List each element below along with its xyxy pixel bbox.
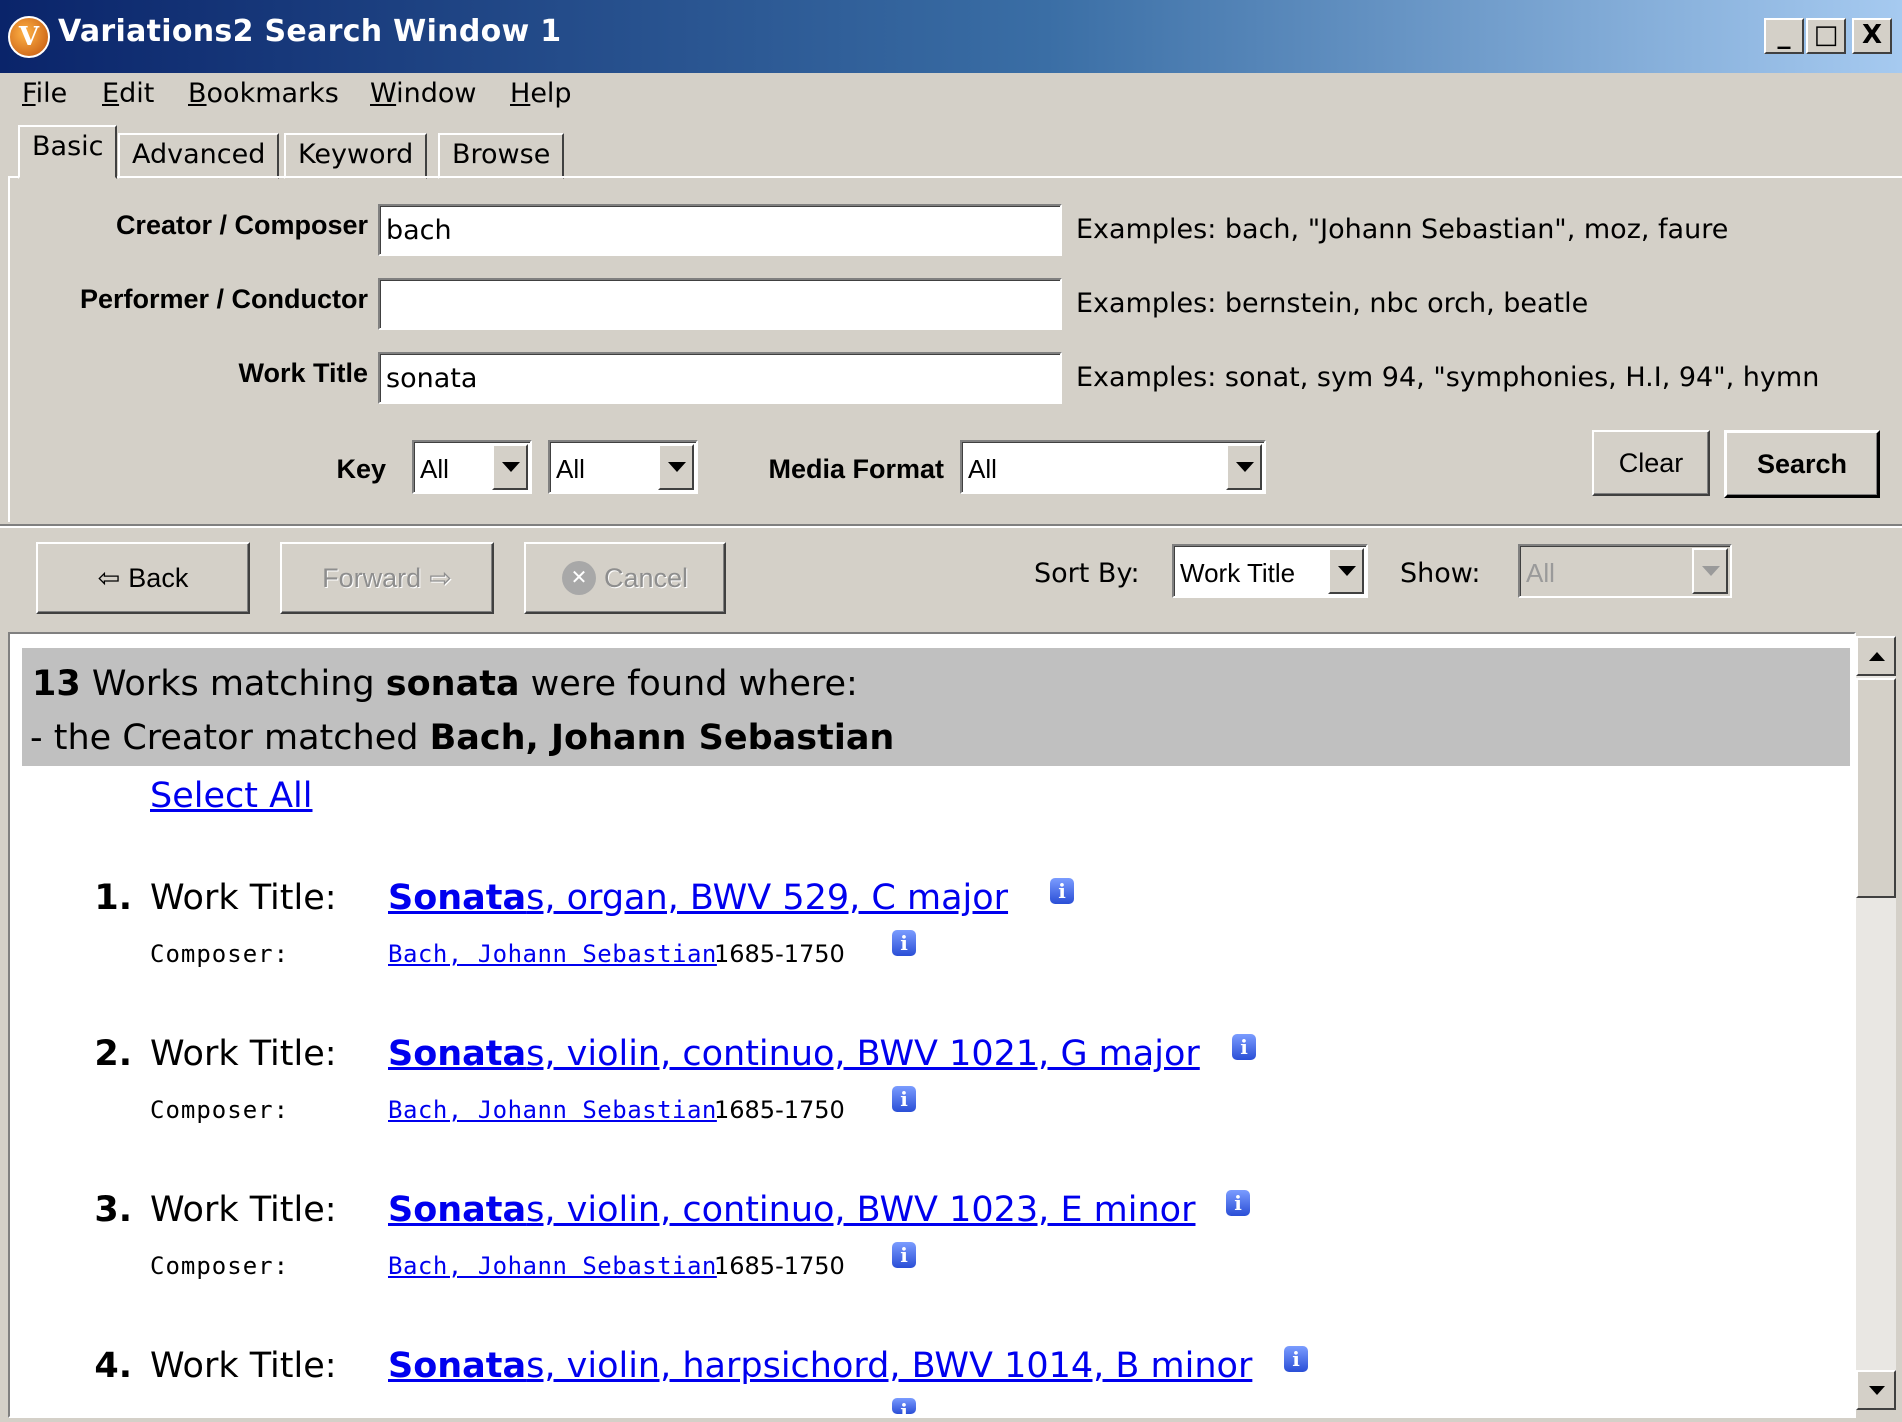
work-title-link[interactable]: Sonatas, organ, BWV 529, C major <box>388 878 1008 918</box>
composer-label: Composer: <box>150 940 290 968</box>
composer-link[interactable]: Bach, Johann Sebastian <box>388 940 717 968</box>
cancel-button[interactable]: ✕ Cancel <box>524 542 726 614</box>
performer-label: Performer / Conductor <box>79 284 368 314</box>
cancel-label: Cancel <box>603 562 689 593</box>
scrollbar-thumb[interactable] <box>1856 678 1896 898</box>
key-label: Key <box>336 454 386 484</box>
menu-window[interactable]: Window <box>370 78 476 109</box>
scroll-up-arrow-icon[interactable] <box>1856 636 1896 676</box>
work-title-link[interactable]: Sonatas, violin, continuo, BWV 1023, E m… <box>388 1190 1195 1230</box>
key-select-2[interactable]: All <box>548 440 698 494</box>
tab-basic[interactable]: Basic <box>18 125 118 179</box>
result-number: 1. <box>94 878 132 918</box>
creator-label: Creator / Composer <box>115 210 368 240</box>
show-value: All <box>1526 558 1555 588</box>
back-button[interactable]: ⇦ Back <box>36 542 250 614</box>
composer-link[interactable]: Bach, Johann Sebastian <box>388 1096 717 1124</box>
composer-link[interactable]: Bach, Johann Sebastian <box>388 1252 717 1280</box>
info-icon[interactable]: i <box>1226 1190 1250 1216</box>
work-title-input[interactable] <box>378 352 1062 404</box>
tab-keyword[interactable]: Keyword <box>284 133 428 179</box>
show-select[interactable]: All <box>1518 544 1732 598</box>
work-title-label: Work Title: <box>150 1034 337 1074</box>
minimize-button[interactable]: _ <box>1764 18 1804 54</box>
tab-browse[interactable]: Browse <box>438 133 565 179</box>
work-title-label: Work Title: <box>150 1346 337 1386</box>
work-title-examples: Examples: sonat, sym 94, "symphonies, H.… <box>1076 362 1820 393</box>
summary-line: 13 Works matching sonata were found wher… <box>32 664 858 704</box>
chevron-down-icon[interactable] <box>1328 548 1364 594</box>
performer-examples: Examples: bernstein, nbc orch, beatle <box>1076 288 1589 319</box>
info-icon[interactable]: i <box>892 1086 916 1112</box>
media-format-label: Media Format <box>768 454 944 484</box>
clear-button[interactable]: Clear <box>1592 430 1710 496</box>
results-summary: 13 Works matching sonata were found wher… <box>22 648 1850 766</box>
performer-input[interactable] <box>378 278 1062 330</box>
forward-label: Forward <box>322 562 422 593</box>
show-label: Show: <box>1400 558 1481 589</box>
menu-file[interactable]: File <box>22 78 67 109</box>
menu-help[interactable]: Help <box>510 78 572 109</box>
menu-edit[interactable]: Edit <box>102 78 154 109</box>
creator-examples: Examples: bach, "Johann Sebastian", moz,… <box>1076 214 1729 245</box>
work-title-label: Work Title: <box>150 1190 337 1230</box>
chevron-down-icon[interactable] <box>658 444 694 490</box>
panel-divider <box>0 524 1902 528</box>
maximize-button[interactable]: □ <box>1806 18 1846 54</box>
sort-by-label: Sort By: <box>1034 558 1140 589</box>
search-button[interactable]: Search <box>1724 430 1880 498</box>
select-all-link[interactable]: Select All <box>150 776 313 816</box>
close-button[interactable]: X <box>1852 18 1892 54</box>
chevron-down-icon[interactable] <box>1226 444 1262 490</box>
work-title-link[interactable]: Sonatas, violin, continuo, BWV 1021, G m… <box>388 1034 1200 1074</box>
title-bar: V Variations2 Search Window 1 _ □ X <box>0 0 1902 73</box>
composer-dates: 1685-1750 <box>714 1096 845 1124</box>
info-icon[interactable]: i <box>1284 1346 1308 1372</box>
back-label: Back <box>128 562 189 593</box>
chevron-down-icon[interactable] <box>1692 548 1728 594</box>
cancel-icon: ✕ <box>561 561 596 595</box>
forward-button[interactable]: Forward ⇨ <box>280 542 494 614</box>
info-icon[interactable]: i <box>892 930 916 956</box>
window-title: Variations2 Search Window 1 <box>58 14 562 49</box>
work-title-link[interactable]: Sonatas, violin, harpsichord, BWV 1014, … <box>388 1346 1252 1386</box>
key-select-1-value: All <box>420 454 449 484</box>
info-icon[interactable]: i <box>892 1398 916 1414</box>
creator-match-line: - the Creator matched Bach, Johann Sebas… <box>30 718 895 758</box>
creator-input[interactable] <box>378 204 1062 256</box>
result-number: 4. <box>94 1346 132 1386</box>
sort-by-value: Work Title <box>1180 558 1296 588</box>
forward-arrow-icon: ⇨ <box>429 562 452 593</box>
results-scrollbar[interactable] <box>1856 636 1896 1410</box>
media-format-value: All <box>968 454 997 484</box>
composer-label: Composer: <box>150 1096 290 1124</box>
key-select-2-value: All <box>556 454 585 484</box>
menu-bookmarks[interactable]: Bookmarks <box>188 78 339 109</box>
sort-by-select[interactable]: Work Title <box>1172 544 1368 598</box>
composer-dates: 1685-1750 <box>714 1252 845 1280</box>
back-arrow-icon: ⇦ <box>97 562 121 593</box>
key-select-1[interactable]: All <box>412 440 532 494</box>
app-logo-icon: V <box>8 16 50 58</box>
results-pane: 13 Works matching sonata were found wher… <box>8 632 1856 1418</box>
work-title-label: Work Title <box>238 358 368 388</box>
work-title-label: Work Title: <box>150 878 337 918</box>
scroll-down-arrow-icon[interactable] <box>1856 1370 1896 1410</box>
composer-dates: 1685-1750 <box>714 940 845 968</box>
tab-advanced[interactable]: Advanced <box>118 133 280 179</box>
result-number: 2. <box>94 1034 132 1074</box>
info-icon[interactable]: i <box>892 1242 916 1268</box>
chevron-down-icon[interactable] <box>492 444 528 490</box>
info-icon[interactable]: i <box>1232 1034 1256 1060</box>
media-format-select[interactable]: All <box>960 440 1266 494</box>
composer-label: Composer: <box>150 1252 290 1280</box>
result-number: 3. <box>94 1190 132 1230</box>
info-icon[interactable]: i <box>1050 878 1074 904</box>
